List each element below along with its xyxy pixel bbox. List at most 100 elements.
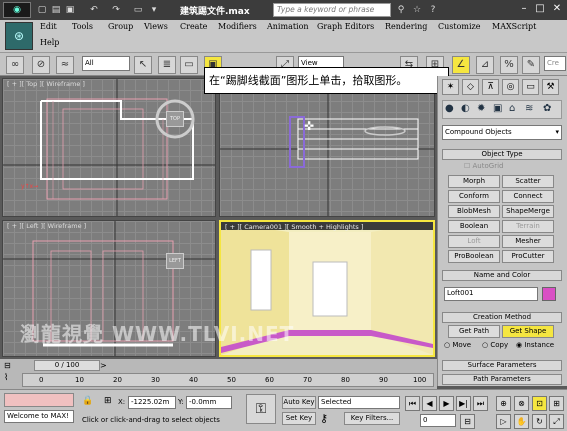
- get-path-button[interactable]: Get Path: [448, 325, 500, 338]
- maximize-button[interactable]: □: [532, 2, 548, 17]
- snap-toggle-icon[interactable]: ∠: [452, 56, 470, 74]
- scatter-button[interactable]: Scatter: [502, 175, 554, 188]
- max-logo-icon[interactable]: ⊛: [5, 22, 33, 50]
- undo-icon[interactable]: ↶: [88, 4, 100, 16]
- search-input[interactable]: Type a keyword or phrase: [273, 3, 391, 17]
- help-icon[interactable]: ?: [426, 3, 440, 17]
- named-selection-input[interactable]: Cre: [544, 56, 566, 71]
- maxscript-listener[interactable]: Welcome to MAX!: [4, 410, 74, 423]
- menu-views[interactable]: Views: [144, 22, 168, 31]
- menu-rendering[interactable]: Rendering: [385, 22, 427, 31]
- systems-icon[interactable]: ✿: [543, 103, 551, 114]
- maximize-viewport-icon[interactable]: ⤢: [549, 414, 564, 429]
- selection-filter-dropdown[interactable]: All: [82, 56, 130, 71]
- shapes-icon[interactable]: ◐: [461, 103, 470, 114]
- viewcube-top[interactable]: TOP: [166, 111, 184, 127]
- menu-maxscript[interactable]: MAXScript: [492, 22, 536, 31]
- menu-create[interactable]: Create: [180, 22, 207, 31]
- creation-method-rollout[interactable]: Creation Method: [442, 312, 562, 323]
- object-type-rollout[interactable]: Object Type: [442, 149, 562, 160]
- menu-edit[interactable]: Edit: [40, 22, 57, 31]
- percent-snap-icon[interactable]: %: [500, 56, 518, 74]
- geometry-icon[interactable]: ●: [445, 103, 454, 114]
- spacewarps-icon[interactable]: ≋: [525, 103, 533, 114]
- pan-icon[interactable]: ✋: [514, 414, 529, 429]
- play-icon[interactable]: ▶: [439, 396, 454, 411]
- unlink-icon[interactable]: ⊘: [32, 56, 50, 74]
- copy-radio[interactable]: ○ Copy: [482, 341, 508, 349]
- next-frame-icon[interactable]: >: [100, 361, 107, 370]
- zoom-icon[interactable]: ⊕: [496, 396, 511, 411]
- autogrid-checkbox[interactable]: ☐ AutoGrid: [464, 162, 503, 170]
- maxscript-listener-top[interactable]: [4, 393, 74, 407]
- set-key-icon[interactable]: ⚷: [320, 412, 338, 426]
- field-of-view-icon[interactable]: ▷: [496, 414, 511, 429]
- menu-tools[interactable]: Tools: [72, 22, 93, 31]
- close-button[interactable]: ✕: [549, 2, 565, 17]
- mesher-button[interactable]: Mesher: [502, 235, 554, 248]
- helpers-icon[interactable]: ⌂: [509, 103, 515, 114]
- key-mode-icon[interactable]: ⚿: [246, 394, 276, 424]
- orbit-icon[interactable]: ↻: [532, 414, 547, 429]
- mini-curve-icon[interactable]: ⌇: [4, 373, 18, 385]
- zoom-extents-all-icon[interactable]: ⊞: [549, 396, 564, 411]
- create-tab-icon[interactable]: ✶: [442, 79, 459, 95]
- set-key-button[interactable]: Set Key: [282, 412, 316, 425]
- go-to-start-icon[interactable]: ⏮: [405, 396, 420, 411]
- dropdown-icon[interactable]: ▾: [148, 4, 160, 16]
- motion-tab-icon[interactable]: ◎: [502, 79, 519, 95]
- auto-key-button[interactable]: Auto Key: [282, 396, 316, 409]
- zoom-extents-icon[interactable]: ⊡: [532, 396, 547, 411]
- procutter-button[interactable]: ProCutter: [502, 250, 554, 263]
- menu-modifiers[interactable]: Modifiers: [218, 22, 257, 31]
- path-parameters-rollout[interactable]: Path Parameters: [442, 374, 562, 385]
- utilities-tab-icon[interactable]: ⚒: [542, 79, 559, 95]
- viewport-front[interactable]: ✜: [219, 78, 435, 217]
- lock-selection-icon[interactable]: 🔒: [82, 396, 93, 406]
- time-configuration-icon[interactable]: ⊟: [460, 414, 475, 429]
- instance-radio[interactable]: ◉ Instance: [516, 341, 554, 349]
- menu-customize[interactable]: Customize: [438, 22, 481, 31]
- x-coordinate-field[interactable]: -1225.02m: [128, 396, 176, 409]
- absolute-mode-icon[interactable]: ⊞: [104, 396, 112, 406]
- time-config-icon[interactable]: ⊟: [4, 361, 16, 371]
- viewport-camera-label[interactable]: [ + ][ Camera001 ][ Smooth + Highlights …: [225, 223, 363, 231]
- current-frame-field[interactable]: 0: [420, 414, 456, 427]
- bind-spacewarp-icon[interactable]: ≈: [56, 56, 74, 74]
- angle-snap-icon[interactable]: ⊿: [476, 56, 494, 74]
- next-frame-button-icon[interactable]: ▶|: [456, 396, 471, 411]
- viewcube-left[interactable]: LEFT: [166, 253, 184, 269]
- minimize-button[interactable]: –: [516, 2, 532, 17]
- menu-group[interactable]: Group: [108, 22, 133, 31]
- boolean-button[interactable]: Boolean: [448, 220, 500, 233]
- open-icon[interactable]: ▤: [50, 4, 62, 16]
- redo-icon[interactable]: ↷: [110, 4, 122, 16]
- track-bar[interactable]: 0 10 20 30 40 50 60 70 80 90 100: [22, 373, 434, 387]
- y-coordinate-field[interactable]: -0.0mm: [186, 396, 232, 409]
- hierarchy-tab-icon[interactable]: ⊼: [482, 79, 499, 95]
- go-to-end-icon[interactable]: ⏭: [473, 396, 488, 411]
- key-filters-button[interactable]: Key Filters...: [344, 412, 400, 425]
- blobmesh-button[interactable]: BlobMesh: [448, 205, 500, 218]
- move-radio[interactable]: ○ Move: [444, 341, 471, 349]
- named-selection-icon[interactable]: ✎: [522, 56, 540, 74]
- loft-button[interactable]: Loft: [448, 235, 500, 248]
- rect-region-icon[interactable]: ▭: [180, 56, 198, 74]
- time-slider[interactable]: 0 / 100: [34, 360, 100, 371]
- object-category-dropdown[interactable]: Compound Objects ▾: [442, 125, 562, 140]
- shapemerge-button[interactable]: ShapeMerge: [502, 205, 554, 218]
- previous-frame-icon[interactable]: ◀: [422, 396, 437, 411]
- display-tab-icon[interactable]: ▭: [522, 79, 539, 95]
- conform-button[interactable]: Conform: [448, 190, 500, 203]
- lights-icon[interactable]: ✹: [477, 103, 485, 114]
- star-icon[interactable]: ☆: [410, 3, 424, 17]
- object-color-swatch[interactable]: [542, 287, 556, 301]
- select-by-name-icon[interactable]: ≣: [158, 56, 176, 74]
- project-folder-icon[interactable]: ▭: [132, 4, 144, 16]
- modify-tab-icon[interactable]: ◇: [462, 79, 479, 95]
- morph-button[interactable]: Morph: [448, 175, 500, 188]
- app-logo-icon[interactable]: ◉: [3, 2, 31, 18]
- get-shape-button[interactable]: Get Shape: [502, 325, 554, 338]
- proboolean-button[interactable]: ProBoolean: [448, 250, 500, 263]
- connect-button[interactable]: Connect: [502, 190, 554, 203]
